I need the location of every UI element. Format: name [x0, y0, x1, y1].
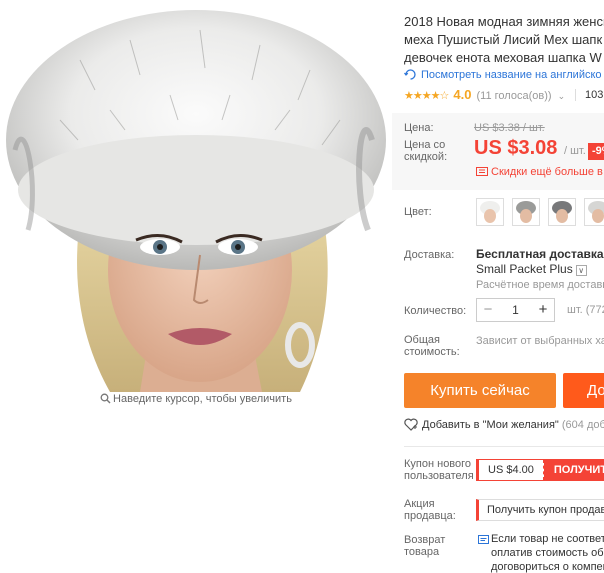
chevron-down-icon: ∨: [575, 265, 587, 276]
seller-promo-label: Акция продавца:: [404, 498, 456, 522]
refund-label: Возврат товара: [404, 534, 446, 558]
color-option-grey[interactable]: [512, 198, 540, 226]
shipping-method-select[interactable]: Small Packet Plus ∨: [476, 262, 587, 276]
rating-value: 4.0: [453, 87, 472, 102]
discount-price-label: Цена со скидкой:: [404, 139, 448, 163]
refund-text: Если товар не соответс оплатив стоимость…: [491, 532, 604, 573]
shipping-label: Доставка:: [404, 249, 455, 261]
orders-count: 103: [585, 89, 604, 101]
delivery-time: Расчётное время доставки: [476, 279, 604, 291]
color-option-silver[interactable]: [548, 198, 576, 226]
coupon-value: US $4.00: [479, 460, 544, 480]
total-label: Общая стоимость:: [404, 334, 460, 358]
chevron-down-icon: ⌄: [557, 91, 566, 101]
refund-line: оплатив стоимость обр: [491, 547, 604, 559]
price-label: Цена:: [404, 122, 434, 134]
wishlist-count: (604 доба: [561, 419, 604, 431]
magnifier-icon: [100, 393, 111, 407]
product-title: 2018 Новая модная зимняя женск меха Пуши…: [404, 13, 604, 67]
total-value: Зависит от выбранных хар: [476, 335, 604, 347]
rating[interactable]: ★★★★☆ 4.0 (11 голоса(ов)) ⌄: [404, 87, 565, 102]
product-photo: [0, 0, 392, 392]
more-discounts-link[interactable]: Скидки ещё больше в п: [476, 166, 604, 180]
refund-line: договориться о компен: [491, 561, 604, 573]
quantity-stepper: − 1 +: [476, 298, 555, 322]
add-to-wishlist-link[interactable]: Добавить в "Мои желания" (604 доба: [404, 418, 604, 434]
quantity-label: Количество:: [404, 305, 467, 317]
wishlist-text: Добавить в "Мои желания": [422, 419, 559, 431]
refund-line: Если товар не соответс: [491, 533, 604, 545]
get-seller-coupon-button[interactable]: Получить купон продавц: [476, 499, 604, 521]
votes-count: (11 голоса(ов)): [476, 90, 552, 102]
get-coupon-button[interactable]: ПОЛУЧИТЬ: [543, 460, 604, 480]
color-label: Цвет:: [404, 206, 432, 218]
add-to-cart-button[interactable]: До: [563, 373, 604, 408]
zoom-hint: Наведите курсор, чтобы увеличить: [0, 393, 392, 407]
title-line: меха Пушистый Лисий Мех шапк: [404, 32, 603, 47]
translate-icon: [404, 68, 417, 84]
translate-link-text: Посмотреть название на английско: [421, 69, 602, 81]
divider: [404, 446, 604, 447]
more-discounts-text: Скидки ещё больше в п: [491, 166, 604, 178]
title-line: девочек енота меховая шапка W: [404, 50, 602, 65]
rating-stars: ★★★★☆: [404, 90, 449, 102]
shipping-method: Small Packet Plus: [476, 262, 573, 276]
new-user-coupon: US $4.00ПОЛУЧИТЬ: [476, 459, 604, 481]
sale-price: US $3.08: [474, 137, 558, 159]
zoom-hint-text: Наведите курсор, чтобы увеличить: [113, 393, 292, 405]
product-info: 2018 Новая модная зимняя женск меха Пуши…: [392, 0, 604, 573]
quantity-decrease-button[interactable]: −: [477, 299, 499, 321]
buy-now-button[interactable]: Купить сейчас: [404, 373, 556, 408]
translate-title-link[interactable]: Посмотреть название на английско: [404, 68, 602, 84]
title-line: 2018 Новая модная зимняя женск: [404, 14, 604, 29]
coupon-icon: [476, 166, 488, 180]
quantity-available: шт. (772: [567, 304, 604, 316]
color-option-white-fox[interactable]: [584, 198, 604, 226]
refund-icon: [478, 534, 489, 548]
new-user-coupon-label: Купон нового пользователя: [404, 458, 474, 482]
quantity-increase-button[interactable]: +: [532, 299, 554, 321]
product-image[interactable]: [0, 0, 392, 392]
quantity-input[interactable]: 1: [499, 299, 532, 321]
color-option-white[interactable]: [476, 198, 504, 226]
divider: [575, 89, 576, 101]
discount-badge: -9%: [588, 143, 604, 160]
color-options: [476, 198, 604, 226]
heart-icon: [404, 418, 418, 434]
old-price: US $3.38 / шт.: [474, 122, 545, 134]
shipping-main: Бесплатная доставка в Ru: [476, 247, 604, 261]
price-unit: / шт.: [564, 145, 586, 157]
